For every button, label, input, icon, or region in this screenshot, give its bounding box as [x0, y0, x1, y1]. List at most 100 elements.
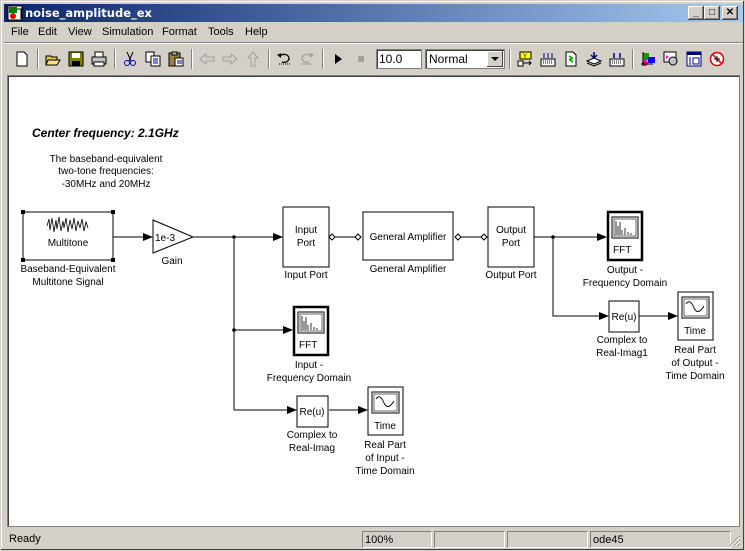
stop-simulation-button[interactable] [350, 48, 372, 70]
forward-button[interactable] [219, 48, 241, 70]
output-port-text-2: Port [502, 238, 521, 249]
block-diagram: Center frequency: 2.1GHz The baseband-eq… [20, 126, 724, 477]
cut-button[interactable] [119, 48, 141, 70]
output-fft-label-2: Frequency Domain [583, 278, 667, 289]
redo-button[interactable] [296, 48, 318, 70]
update-diagram-icon [565, 51, 577, 67]
open-button[interactable] [42, 48, 64, 70]
paste-icon [168, 51, 184, 67]
input-time-text: Time [374, 421, 396, 432]
copy-button[interactable] [142, 48, 164, 70]
maximize-button[interactable]: □ [704, 6, 720, 20]
up-button[interactable] [242, 48, 264, 70]
back-button[interactable] [196, 48, 218, 70]
multitone-block-text: Multitone [48, 238, 89, 249]
forward-icon [222, 52, 238, 66]
menu-tools[interactable]: Tools [208, 26, 234, 38]
copy-icon [145, 51, 161, 67]
minimize-button[interactable]: _ [688, 6, 704, 20]
menu-simulation[interactable]: Simulation [102, 26, 153, 38]
stop-simulation-icon [358, 56, 364, 62]
start-simulation-icon [335, 54, 342, 64]
gain-block[interactable]: 1e-3 [152, 219, 195, 254]
menu-separator [4, 42, 743, 44]
build-icon [586, 52, 602, 67]
output-time-scope-block[interactable]: Time [677, 291, 714, 341]
branch-point [232, 328, 236, 332]
input-fft-text: FFT [299, 340, 317, 351]
complex-to-real-imag1-block[interactable]: Re(u) [608, 300, 640, 333]
menu-file[interactable]: File [11, 26, 29, 38]
toolbar-separator [37, 49, 39, 69]
menu-format[interactable]: Format [162, 26, 197, 38]
incremental-build-button[interactable] [606, 48, 628, 70]
output-port-block[interactable]: Output Port [487, 206, 535, 268]
annotation-line-3: -30MHz and 20MHz [62, 179, 151, 190]
redo-icon [301, 53, 314, 65]
general-amplifier-block[interactable]: General Amplifier [362, 211, 454, 261]
close-button[interactable]: ✕ [722, 6, 738, 20]
toolbar-separator [632, 49, 634, 69]
input-fft-label-1: Input - [295, 360, 323, 371]
output-fft-block[interactable]: FFT [606, 210, 644, 262]
model-explorer-icon [641, 52, 655, 66]
simulink-window: noise_amplitude_ex _ □ ✕ File Edit View … [0, 0, 745, 551]
input-port-block[interactable]: Input Port [282, 206, 330, 268]
status-field-2 [434, 531, 505, 548]
menu-view[interactable]: View [68, 26, 92, 38]
stop-time-input[interactable]: 10.0 [376, 49, 422, 69]
print-button[interactable] [88, 48, 110, 70]
status-field-3 [507, 531, 588, 548]
start-simulation-button[interactable] [327, 48, 349, 70]
undo-icon [277, 53, 290, 65]
menu-help[interactable]: Help [245, 26, 268, 38]
center-frequency-annotation: Center frequency: 2.1GHz [32, 126, 179, 140]
model-canvas[interactable]: Center frequency: 2.1GHz The baseband-eq… [7, 75, 740, 527]
output-port-text-1: Output [496, 225, 526, 236]
up-icon [246, 51, 260, 67]
simulation-mode-value: Normal [429, 52, 468, 66]
incremental-build-icon [609, 53, 625, 67]
input-port-label: Input Port [284, 270, 328, 281]
output-time-label-2: of Output - [671, 358, 718, 369]
complex-to-real-imag-text: Re(u) [299, 407, 324, 418]
save-button[interactable] [65, 48, 87, 70]
debugger-button[interactable] [660, 48, 682, 70]
update-diagram-button[interactable] [560, 48, 582, 70]
new-model-button[interactable] [11, 48, 33, 70]
input-fft-block[interactable]: FFT [292, 305, 330, 357]
input-time-scope-block[interactable]: Time [367, 386, 404, 436]
undo-button[interactable] [273, 48, 295, 70]
resize-grip-icon[interactable] [729, 535, 741, 547]
complex-to-real-imag1-text: Re(u) [611, 312, 636, 323]
toolbar-separator [114, 49, 116, 69]
line-to-complex-real-imag1[interactable] [552, 237, 609, 320]
solver-name: ode45 [590, 531, 731, 548]
profiler-button[interactable] [706, 48, 728, 70]
title-bar[interactable]: noise_amplitude_ex _ □ ✕ [4, 4, 743, 22]
signal-lines [113, 233, 678, 414]
status-text: Ready [9, 533, 41, 545]
model-explorer-button[interactable] [637, 48, 659, 70]
simulation-mode-select[interactable]: Normal [425, 49, 505, 69]
output-fft-label-1: Output - [607, 265, 643, 276]
menu-edit[interactable]: Edit [38, 26, 57, 38]
model-browser-button[interactable] [537, 48, 559, 70]
multitone-block[interactable]: Multitone [21, 210, 115, 262]
general-amplifier-text: General Amplifier [370, 232, 447, 243]
toggle-model-browser-icon [540, 53, 556, 67]
zoom-level: 100% [362, 531, 432, 548]
chevron-down-icon[interactable] [487, 51, 503, 67]
complex-to-real-imag-block[interactable]: Re(u) [296, 395, 329, 428]
build-button[interactable] [583, 48, 605, 70]
menu-bar: File Edit View Simulation Format Tools H… [4, 23, 743, 42]
input-time-label-1: Real Part [364, 440, 406, 451]
output-time-text: Time [684, 326, 706, 337]
cut-icon [124, 51, 136, 66]
paste-button[interactable] [165, 48, 187, 70]
model-advisor-button[interactable] [683, 48, 705, 70]
toolbar: 10.0 Normal Y [4, 45, 743, 73]
library-browser-button[interactable]: Y [514, 48, 536, 70]
multitone-label-2: Multitone Signal [32, 277, 103, 288]
input-time-label-2: of Input - [365, 453, 404, 464]
